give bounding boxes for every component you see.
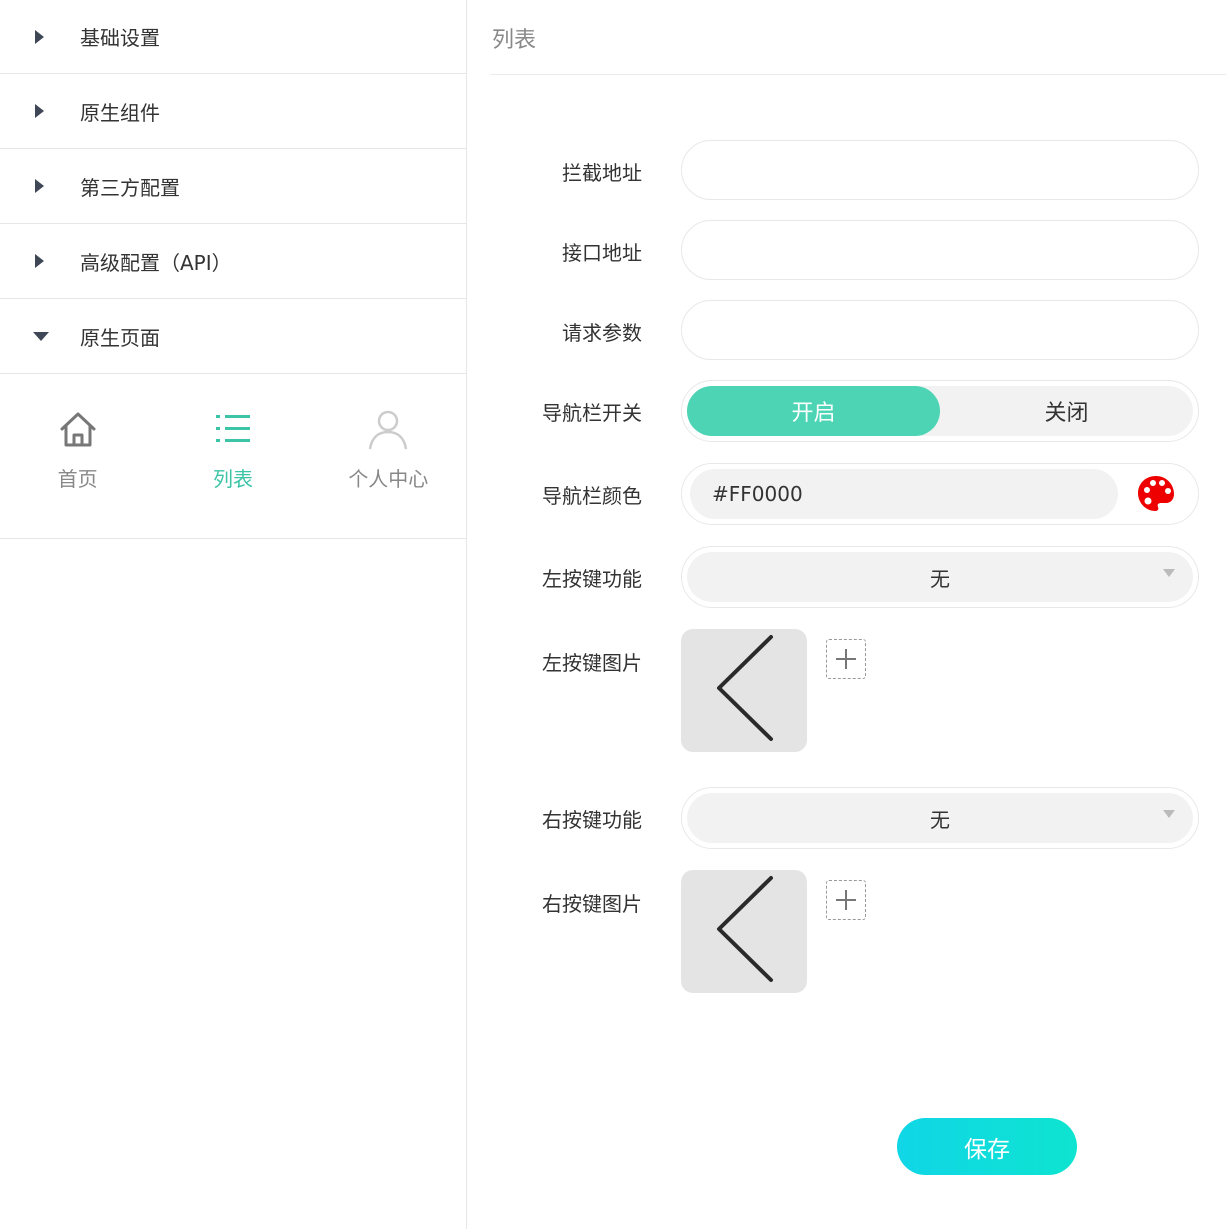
select-value: 无 xyxy=(930,807,950,832)
api-url-label: 接口地址 xyxy=(562,241,642,265)
home-icon xyxy=(60,412,96,447)
add-left-image-button[interactable] xyxy=(826,639,866,679)
sidebar-item-label: 原生页面 xyxy=(80,325,160,350)
request-params-input[interactable] xyxy=(681,300,1199,360)
caret-right-icon xyxy=(0,179,80,193)
right-func-select-value: 无 xyxy=(687,793,1193,843)
nav-switch-toggle: 开启 关闭 xyxy=(681,380,1199,442)
api-url-input[interactable] xyxy=(681,220,1199,280)
sidebar-item-native-pages[interactable]: 原生页面 xyxy=(0,299,466,374)
right-func-select[interactable]: 无 xyxy=(681,787,1199,849)
tab-label: 个人中心 xyxy=(348,467,429,491)
toggle-track: 开启 关闭 xyxy=(687,386,1193,436)
sidebar: 基础设置 原生组件 第三方配置 高级配置（API） 原生页面 首页 列表 个人中… xyxy=(0,0,467,1229)
tab-label: 列表 xyxy=(212,467,253,491)
nav-color-input[interactable] xyxy=(690,469,1118,519)
left-func-select[interactable]: 无 xyxy=(681,546,1199,608)
palette-icon[interactable] xyxy=(1136,474,1176,514)
request-params-label: 请求参数 xyxy=(562,321,642,345)
save-button[interactable]: 保存 xyxy=(897,1118,1077,1175)
caret-right-icon xyxy=(0,29,80,44)
nav-color-label: 导航栏颜色 xyxy=(542,484,642,508)
list-icon xyxy=(215,415,250,442)
sidebar-item-third-party[interactable]: 第三方配置 xyxy=(0,149,466,224)
main-panel: 列表 拦截地址 接口地址 请求参数 导航栏开关 开启 关闭 导航栏颜色 #FF0… xyxy=(468,0,1226,1229)
tab-label: 首页 xyxy=(57,467,98,491)
tabbar-preview: 首页 列表 个人中心 xyxy=(0,374,466,539)
caret-down-icon xyxy=(1163,569,1175,577)
nav-switch-on-button[interactable]: 开启 xyxy=(687,386,940,436)
intercept-url-input[interactable] xyxy=(681,140,1199,200)
caret-down-icon xyxy=(1163,810,1175,818)
divider xyxy=(490,74,1226,75)
sidebar-item-basic-settings[interactable]: 基础设置 xyxy=(0,0,466,74)
sidebar-item-label: 第三方配置 xyxy=(80,175,180,200)
left-img-label: 左按键图片 xyxy=(542,651,642,675)
chevron-left-icon xyxy=(717,876,773,982)
sidebar-item-native-components[interactable]: 原生组件 xyxy=(0,74,466,149)
sidebar-item-label: 高级配置（API） xyxy=(80,250,232,275)
tab-home[interactable]: 首页 xyxy=(0,408,155,538)
right-img-label: 右按键图片 xyxy=(542,892,642,916)
right-image-thumbnail[interactable] xyxy=(681,870,807,993)
page-title: 列表 xyxy=(492,28,537,53)
right-func-label: 右按键功能 xyxy=(542,808,642,832)
left-func-label: 左按键功能 xyxy=(542,567,642,591)
tab-profile[interactable]: 个人中心 xyxy=(311,408,466,538)
intercept-url-label: 拦截地址 xyxy=(562,161,642,185)
nav-switch-off-button[interactable]: 关闭 xyxy=(940,386,1193,436)
caret-right-icon xyxy=(0,104,80,118)
sidebar-item-advanced-api[interactable]: 高级配置（API） xyxy=(0,224,466,299)
add-right-image-button[interactable] xyxy=(826,880,866,920)
chevron-left-icon xyxy=(717,635,773,741)
left-func-select-value: 无 xyxy=(687,552,1193,602)
sidebar-item-label: 原生组件 xyxy=(80,100,160,125)
nav-switch-label: 导航栏开关 xyxy=(542,401,642,425)
nav-color-field xyxy=(681,463,1199,525)
sidebar-item-label: 基础设置 xyxy=(80,26,160,50)
select-value: 无 xyxy=(930,566,950,591)
user-icon xyxy=(369,410,408,450)
tab-list[interactable]: 列表 xyxy=(155,408,310,538)
left-image-thumbnail[interactable] xyxy=(681,629,807,752)
caret-right-icon xyxy=(0,254,80,268)
caret-down-icon xyxy=(0,331,80,341)
